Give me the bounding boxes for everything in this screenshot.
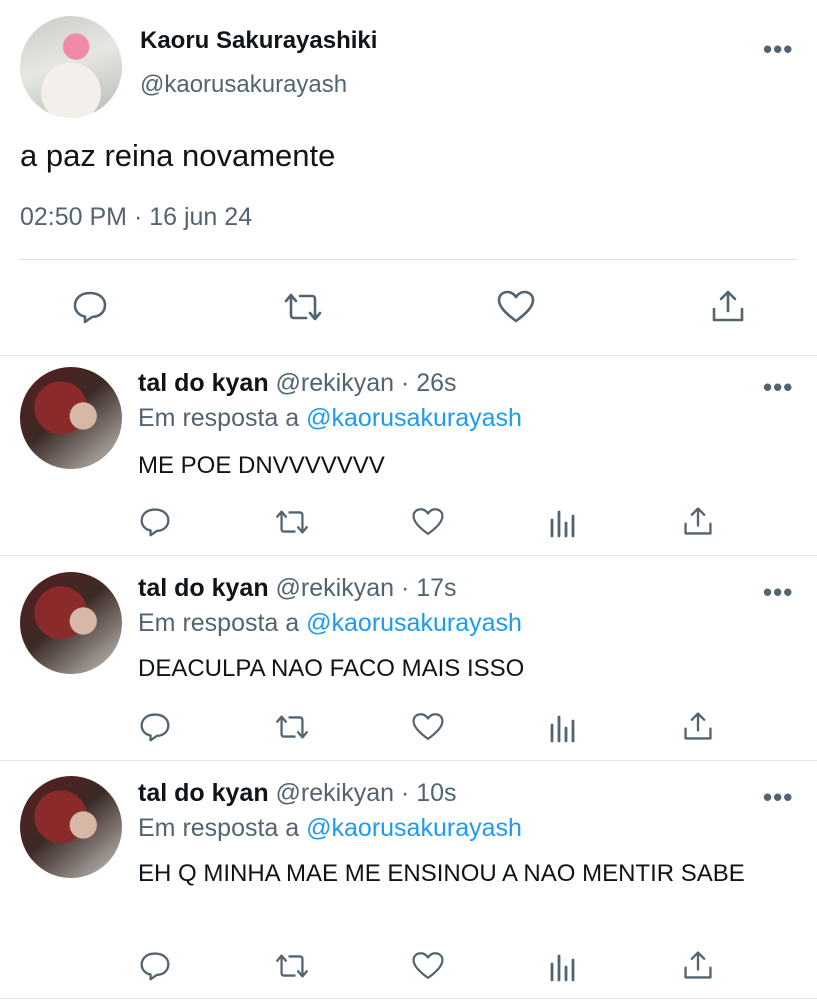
more-dots-icon[interactable]: ••• [763,784,793,810]
analytics-icon[interactable] [548,506,578,538]
retweet-icon[interactable] [272,506,312,538]
reply-prefix: Em resposta a [138,404,300,432]
reply-icon[interactable] [70,289,110,325]
reply-text: EH Q MINHA MAE ME ENSINOU A NAO MENTIR S… [138,860,745,887]
analytics-icon[interactable] [548,711,578,743]
reply-icon[interactable] [138,711,172,743]
like-icon[interactable] [411,711,445,743]
share-icon[interactable] [682,504,714,538]
divider [0,760,817,761]
author-avatar[interactable] [20,16,122,118]
reply-header: tal do kyan @rekikyan · 17s [138,574,457,603]
divider [0,355,817,356]
reply-author-name[interactable]: tal do kyan [138,779,269,807]
more-dots-icon[interactable]: ••• [763,36,793,62]
reply-meta: @rekikyan · 17s [275,574,457,602]
reply-context: Em resposta a @kaorusakurayash [138,609,522,638]
share-icon[interactable] [710,287,746,325]
reply-avatar[interactable] [20,367,122,469]
retweet-icon[interactable] [272,950,312,982]
more-dots-icon[interactable]: ••• [763,374,793,400]
reply-author-name[interactable]: tal do kyan [138,574,269,602]
divider [0,998,817,999]
reply-author-name[interactable]: tal do kyan [138,369,269,397]
reply-text: DEACULPA NAO FACO MAIS ISSO [138,655,525,682]
like-icon[interactable] [411,506,445,538]
mention-link[interactable]: @kaorusakurayash [306,814,522,842]
retweet-icon[interactable] [280,289,326,325]
reply-icon[interactable] [138,506,172,538]
retweet-icon[interactable] [272,711,312,743]
reply-prefix: Em resposta a [138,609,300,637]
reply-header: tal do kyan @rekikyan · 26s [138,369,457,398]
reply-prefix: Em resposta a [138,814,300,842]
author-name[interactable]: Kaoru Sakurayashiki [140,27,377,55]
share-icon[interactable] [682,948,714,982]
more-dots-icon[interactable]: ••• [763,579,793,605]
share-icon[interactable] [682,709,714,743]
reply-meta: @rekikyan · 26s [275,369,457,397]
author-handle[interactable]: @kaorusakurayash [140,71,347,99]
divider [0,555,817,556]
mention-link[interactable]: @kaorusakurayash [306,609,522,637]
analytics-icon[interactable] [548,950,578,982]
mention-link[interactable]: @kaorusakurayash [306,404,522,432]
tweet-timestamp[interactable]: 02:50 PM · 16 jun 24 [20,203,252,232]
reply-meta: @rekikyan · 10s [275,779,457,807]
reply-icon[interactable] [138,950,172,982]
divider [20,259,797,260]
reply-context: Em resposta a @kaorusakurayash [138,404,522,433]
reply-avatar[interactable] [20,572,122,674]
like-icon[interactable] [496,289,536,325]
reply-text: ME POE DNVVVVVVV [138,452,385,479]
like-icon[interactable] [411,950,445,982]
reply-context: Em resposta a @kaorusakurayash [138,814,522,843]
reply-header: tal do kyan @rekikyan · 10s [138,779,457,808]
reply-avatar[interactable] [20,776,122,878]
tweet-text: a paz reina novamente [20,138,336,173]
